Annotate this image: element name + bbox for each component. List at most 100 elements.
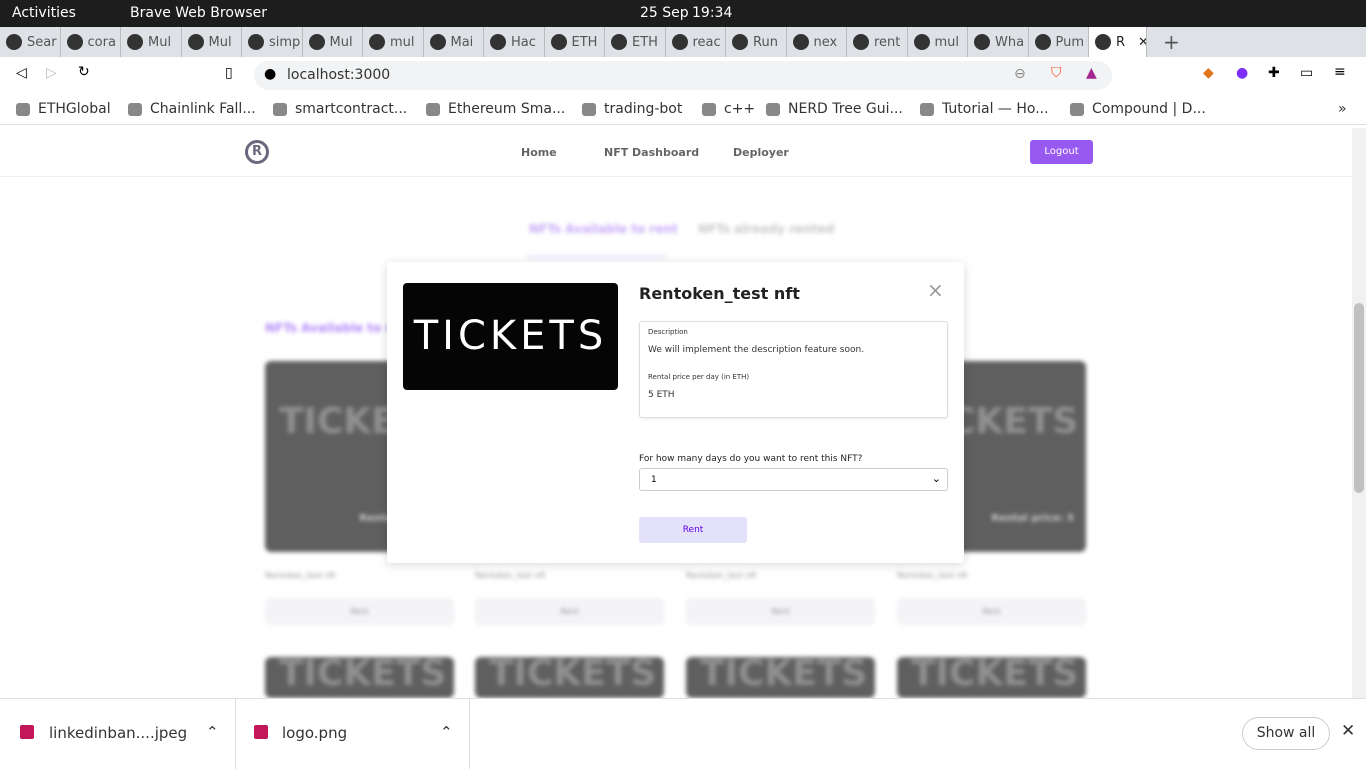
- browser-tab[interactable]: Mai: [424, 27, 484, 57]
- downloads-bar: linkedinban....jpeg ⌃ logo.png ⌃ Show al…: [0, 698, 1366, 769]
- browser-tab[interactable]: Sear: [0, 27, 61, 57]
- bookmark-item[interactable]: Ethereum Sma...: [448, 101, 565, 117]
- reload-icon[interactable]: ↻: [78, 64, 90, 80]
- tab-title: Mul: [329, 34, 353, 50]
- bookmark-item[interactable]: Compound | D...: [1092, 101, 1206, 117]
- bookmark-item[interactable]: c++: [724, 101, 755, 117]
- bookmark-favicon-icon: [128, 103, 142, 116]
- clock-time[interactable]: 19:34: [692, 5, 732, 21]
- close-icon[interactable]: ×: [927, 278, 944, 302]
- info-icon[interactable]: ●: [264, 66, 276, 82]
- browser-tab[interactable]: cora: [61, 27, 121, 57]
- show-all-button[interactable]: Show all: [1242, 717, 1330, 750]
- bookmark-icon[interactable]: ▯: [225, 65, 233, 81]
- tab-title: Mai: [450, 34, 474, 50]
- tab-favicon-icon: [66, 34, 83, 50]
- browser-tab[interactable]: Run: [726, 27, 787, 57]
- activities-button[interactable]: Activities: [12, 5, 76, 21]
- rent-button[interactable]: Rent: [639, 517, 747, 543]
- tab-favicon-icon: [1095, 34, 1111, 50]
- tab-favicon-icon: [550, 34, 567, 50]
- chevron-up-icon[interactable]: ⌃: [440, 723, 453, 741]
- tab-favicon-icon: [853, 34, 869, 50]
- download-name: linkedinban....jpeg: [49, 724, 188, 742]
- brave-shield-icon[interactable]: ⛉: [1051, 65, 1062, 81]
- extension-icon[interactable]: ●: [1236, 65, 1248, 81]
- tab-favicon-icon: [127, 34, 143, 50]
- browser-tab[interactable]: simp: [242, 27, 303, 57]
- tab-favicon-icon: [913, 34, 930, 50]
- bookmark-favicon-icon: [1070, 103, 1084, 116]
- close-tab-icon[interactable]: ✕: [1138, 35, 1146, 50]
- tab-title: Sear: [27, 34, 57, 50]
- more-bookmarks-icon[interactable]: »: [1338, 101, 1347, 117]
- chevron-up-icon[interactable]: ⌃: [206, 723, 219, 741]
- scrollbar-thumb[interactable]: [1354, 303, 1364, 493]
- app-menu[interactable]: Brave Web Browser: [130, 5, 267, 21]
- browser-tab[interactable]: mul: [908, 27, 968, 57]
- browser-tab[interactable]: Wha: [968, 27, 1029, 57]
- tab-favicon-icon: [974, 34, 990, 50]
- browser-tab[interactable]: ETH: [605, 27, 666, 57]
- tab-favicon-icon: [308, 34, 325, 50]
- tab-title: Pum: [1055, 34, 1085, 50]
- tab-title: rent: [874, 34, 901, 50]
- system-top-bar: Activities Brave Web Browser 25 Sep 19:3…: [0, 0, 1366, 27]
- bookmark-item[interactable]: Chainlink Fall...: [150, 101, 256, 117]
- url-text: localhost:3000: [287, 67, 391, 83]
- bookmarks-bar: ETHGlobal Chainlink Fall... smartcontract.…: [0, 94, 1366, 125]
- browser-tab[interactable]: reac: [666, 27, 726, 57]
- bookmark-favicon-icon: [766, 103, 780, 116]
- bookmark-item[interactable]: Tutorial — Ho...: [942, 101, 1049, 117]
- bookmark-item[interactable]: NERD Tree Gui...: [788, 101, 903, 117]
- tab-title: ETH: [571, 34, 598, 50]
- modal-title: Rentoken_test nft: [639, 284, 800, 303]
- close-downloads-icon[interactable]: ✕: [1341, 721, 1355, 741]
- menu-icon[interactable]: ≡: [1334, 64, 1346, 80]
- new-tab-icon[interactable]: +: [1163, 27, 1180, 57]
- tab-favicon-icon: [611, 34, 627, 50]
- download-item[interactable]: logo.png ⌃: [236, 699, 470, 769]
- brave-rewards-icon[interactable]: ▲: [1086, 65, 1097, 81]
- tab-title: mul: [390, 34, 415, 50]
- download-item[interactable]: linkedinban....jpeg ⌃: [0, 699, 236, 769]
- tab-favicon-icon: [671, 34, 688, 50]
- forward-icon[interactable]: ▷: [46, 65, 57, 81]
- tab-favicon-icon: [6, 34, 22, 50]
- browser-toolbar: ◁ ▷ ↻ ▯ ● localhost:3000 ⊖ ⛉ ▲ ◆ ● ✚ ▭ ≡: [0, 57, 1366, 94]
- bookmark-item[interactable]: ETHGlobal: [38, 101, 111, 117]
- bookmark-favicon-icon: [426, 103, 440, 116]
- bookmark-item[interactable]: smartcontract...: [295, 101, 407, 117]
- wallet-icon[interactable]: ▭: [1300, 65, 1313, 81]
- address-bar[interactable]: ● localhost:3000 ⊖ ⛉ ▲: [254, 61, 1112, 90]
- browser-tab[interactable]: Pum: [1029, 27, 1089, 57]
- back-icon[interactable]: ◁: [16, 65, 27, 81]
- browser-tab[interactable]: Hac: [484, 27, 545, 57]
- browser-tab[interactable]: R✕: [1089, 27, 1147, 57]
- tab-title: reac: [692, 34, 721, 50]
- tab-title: simp: [269, 34, 301, 50]
- browser-tab[interactable]: ETH: [545, 27, 605, 57]
- puzzle-icon[interactable]: ✚: [1268, 65, 1280, 81]
- tab-favicon-icon: [1034, 34, 1051, 50]
- browser-tab[interactable]: Mul: [303, 27, 363, 57]
- zoom-icon[interactable]: ⊖: [1014, 66, 1026, 82]
- browser-tab[interactable]: rent: [847, 27, 908, 57]
- image-file-icon: [254, 725, 268, 739]
- browser-tab[interactable]: nex: [787, 27, 847, 57]
- download-name: logo.png: [282, 724, 348, 742]
- scrollbar[interactable]: [1352, 128, 1366, 698]
- metamask-icon[interactable]: ◆: [1203, 65, 1214, 81]
- browser-tab[interactable]: mul: [363, 27, 424, 57]
- browser-tab[interactable]: Mul: [121, 27, 182, 57]
- clock-date[interactable]: 25 Sep: [640, 5, 689, 21]
- nft-image: TICKETS: [403, 283, 618, 390]
- tab-title: Hac: [511, 34, 536, 50]
- details-box: Description We will implement the descri…: [639, 321, 948, 418]
- tab-title: cora: [87, 34, 116, 50]
- days-label: For how many days do you want to rent th…: [639, 454, 863, 464]
- browser-tab[interactable]: Mul: [182, 27, 242, 57]
- tab-title: R: [1116, 34, 1126, 50]
- bookmark-item[interactable]: trading-bot: [604, 101, 682, 117]
- days-select[interactable]: 1 ⌄: [639, 468, 948, 491]
